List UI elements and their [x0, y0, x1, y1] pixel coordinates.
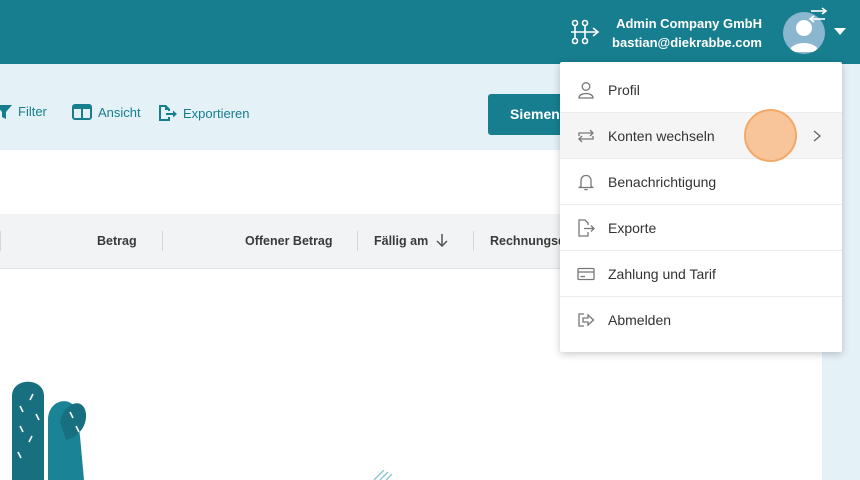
menu-item-label: Profil: [608, 81, 640, 98]
column-header-invoice-date[interactable]: Rechnungsd: [490, 234, 566, 248]
person-icon: [578, 82, 594, 99]
credit-card-icon: [577, 267, 595, 281]
column-header-amount[interactable]: Betrag: [97, 234, 137, 248]
account-info[interactable]: Admin Company GmbH bastian@diekrabbe.com: [612, 14, 762, 52]
company-select-button[interactable]: Siemens: [488, 94, 568, 135]
cactus-illustration: [12, 381, 87, 480]
switch-account-badge-icon: [808, 7, 828, 23]
menu-item-label: Konten wechseln: [608, 127, 715, 144]
export-label: Exportieren: [183, 105, 250, 121]
menu-item-profile[interactable]: Profil: [560, 67, 842, 113]
export-icon: [159, 105, 177, 121]
menu-item-switch-accounts[interactable]: Konten wechseln: [560, 113, 842, 159]
menu-item-exports[interactable]: Exporte: [560, 205, 842, 251]
menu-item-label: Benachrichtigung: [608, 173, 717, 190]
filter-button[interactable]: Filter: [0, 104, 47, 119]
top-bar: Admin Company GmbH bastian@diekrabbe.com: [0, 0, 860, 64]
bell-icon: [577, 174, 595, 191]
menu-item-label: Zahlung und Tarif: [608, 265, 716, 282]
column-divider: [162, 231, 163, 251]
file-export-icon: [578, 219, 595, 237]
view-label: Ansicht: [98, 104, 141, 120]
menu-item-label: Abmelden: [608, 312, 672, 328]
column-divider: [473, 231, 474, 251]
menu-item-notifications[interactable]: Benachrichtigung: [560, 159, 842, 205]
logout-icon: [578, 313, 595, 327]
column-header-due-date[interactable]: Fällig am: [374, 234, 448, 248]
export-button[interactable]: Exportieren: [157, 104, 249, 122]
click-indicator: [744, 109, 797, 162]
filter-icon: [0, 104, 12, 119]
columns-icon: [72, 104, 92, 120]
menu-item-payment-plan[interactable]: Zahlung und Tarif: [560, 251, 842, 297]
integrations-icon[interactable]: [568, 18, 602, 46]
filter-label: Filter: [18, 104, 47, 119]
switch-accounts-icon: [578, 129, 594, 143]
chevron-down-icon[interactable]: [834, 28, 846, 35]
column-header-open-amount[interactable]: Offener Betrag: [245, 234, 333, 248]
sort-down-icon: [436, 234, 448, 248]
column-divider: [357, 231, 358, 251]
plant-illustration: [373, 470, 393, 480]
due-date-label: Fällig am: [374, 234, 429, 248]
company-name: Admin Company GmbH: [616, 16, 762, 31]
account-dropdown-menu: Profil Konten wechseln Benachrichtigung: [560, 62, 842, 352]
column-divider: [0, 231, 1, 251]
user-email: bastian@diekrabbe.com: [612, 35, 762, 50]
view-button[interactable]: Ansicht: [72, 104, 141, 120]
menu-item-logout[interactable]: Abmelden: [560, 297, 842, 343]
chevron-right-icon: [813, 130, 822, 142]
menu-item-label: Exporte: [608, 219, 657, 236]
